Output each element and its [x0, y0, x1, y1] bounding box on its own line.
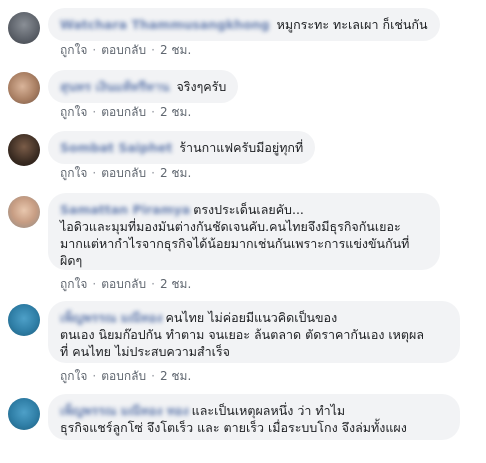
separator: ·: [92, 105, 97, 119]
like-link[interactable]: ถูกใจ: [60, 43, 87, 57]
separator: ·: [151, 277, 155, 291]
avatar[interactable]: [8, 72, 40, 104]
avatar[interactable]: [8, 196, 40, 228]
comment-bubble: สุนทร เงินแท้ทรีทาน จริงๆครับ: [48, 70, 239, 103]
comment-actions: ถูกใจ · ตอบกลับ · 2 ชม.: [60, 165, 191, 181]
comment-time[interactable]: 2 ชม.: [160, 43, 191, 57]
reply-link[interactable]: ตอบกลับ: [101, 369, 146, 383]
commenter-name[interactable]: Sombat Saiphet: [60, 139, 172, 156]
like-link[interactable]: ถูกใจ: [60, 166, 87, 180]
comment-time[interactable]: 2 ชม.: [160, 166, 191, 180]
comment-actions: ถูกใจ · ตอบกลับ · 2 ชม.: [60, 368, 191, 384]
separator: ·: [151, 43, 155, 57]
avatar[interactable]: [8, 304, 40, 336]
comment-text: หมูกระทะ ทะเลเผา ก็เช่นกัน: [276, 17, 428, 32]
separator: ·: [151, 166, 155, 180]
commenter-name[interactable]: เพ็ญพรรณ มณีทอง ทอง: [60, 402, 189, 419]
commenter-name[interactable]: Watchara Thammusangkhong: [60, 16, 270, 33]
comment-text: ร้านกาแฟครับมีอยู่ทุกที่: [179, 140, 304, 155]
commenter-name[interactable]: สุนทร เงินแท้ทรีทาน: [60, 78, 169, 95]
avatar[interactable]: [8, 134, 40, 166]
comment-time[interactable]: 2 ชม.: [160, 105, 191, 119]
commenter-name[interactable]: Samattan Piramya: [60, 201, 190, 218]
separator: ·: [92, 369, 97, 383]
reply-link[interactable]: ตอบกลับ: [101, 277, 146, 291]
comment-actions: ถูกใจ · ตอบกลับ · 2 ชม.: [60, 104, 191, 120]
comment-text: จริงๆครับ: [176, 79, 227, 94]
avatar[interactable]: [8, 398, 40, 430]
separator: ·: [92, 166, 97, 180]
comment-actions: ถูกใจ · ตอบกลับ · 2 ชม.: [60, 276, 191, 292]
comment-bubble: Sombat Saiphet ร้านกาแฟครับมีอยู่ทุกที่: [48, 131, 316, 164]
separator: ·: [151, 105, 155, 119]
comment-bubble: เพ็ญพรรณ มณีทอง ทอง และเป็นเหตุผลหนึ่ง ว่…: [48, 394, 460, 440]
separator: ·: [92, 277, 97, 291]
comment-time[interactable]: 2 ชม.: [160, 369, 191, 383]
reply-link[interactable]: ตอบกลับ: [101, 43, 146, 57]
separator: ·: [151, 369, 155, 383]
like-link[interactable]: ถูกใจ: [60, 105, 87, 119]
comment-bubble: เพ็ญพรรณ มณีทอง คนไทย ไม่ค่อยมีแนวคิดเป็น…: [48, 301, 460, 363]
comment-time[interactable]: 2 ชม.: [160, 277, 191, 291]
comment-actions: ถูกใจ · ตอบกลับ · 2 ชม.: [60, 42, 191, 58]
reply-link[interactable]: ตอบกลับ: [101, 105, 146, 119]
like-link[interactable]: ถูกใจ: [60, 277, 87, 291]
reply-link[interactable]: ตอบกลับ: [101, 166, 146, 180]
like-link[interactable]: ถูกใจ: [60, 369, 87, 383]
comment-bubble: Watchara Thammusangkhong หมูกระทะ ทะเลเผ…: [48, 8, 440, 41]
avatar[interactable]: [8, 12, 40, 44]
comment-bubble: Samattan Piramya ตรงประเด็นเลยคับ... ไอดิ…: [48, 193, 440, 270]
separator: ·: [92, 43, 97, 57]
commenter-name[interactable]: เพ็ญพรรณ มณีทอง: [60, 309, 162, 326]
